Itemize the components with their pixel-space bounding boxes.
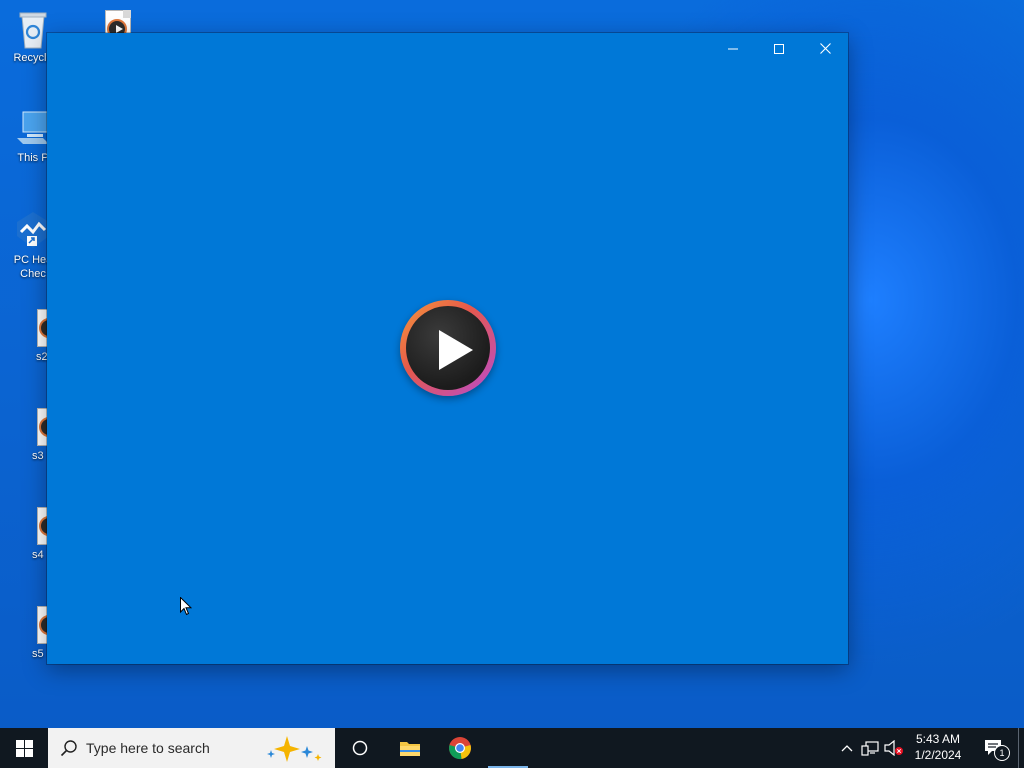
task-view-icon [352,740,368,756]
search-placeholder: Type here to search [86,740,210,756]
search-icon [60,739,78,757]
show-desktop-button[interactable] [1018,728,1024,768]
mouse-cursor-icon [180,596,193,621]
notification-icon: 1 [984,739,1010,761]
taskbar-clock[interactable]: 5:43 AM 1/2/2024 [905,728,971,768]
system-tray [836,728,906,768]
clock-date: 1/2/2024 [914,748,962,762]
maximize-button[interactable] [756,33,802,64]
taskbar: Type here to search 5:43 AM 1/2/2024 1 [0,728,1024,768]
chrome-icon [449,737,471,760]
copilot-sparkle-icon [263,734,325,762]
media-player-play-icon [400,300,496,396]
taskbar-search-box[interactable]: Type here to search [48,728,335,768]
start-button[interactable] [0,728,48,768]
media-player-window[interactable] [47,33,848,664]
notification-center-button[interactable]: 1 [974,728,1014,768]
minimize-button[interactable] [710,33,756,64]
task-view-button[interactable] [336,728,384,768]
windows-logo-icon [15,739,33,757]
chrome-button[interactable] [436,728,484,768]
close-button[interactable] [802,33,848,64]
file-explorer-button[interactable] [386,728,434,768]
notification-count-badge: 1 [994,745,1010,761]
network-icon[interactable] [858,740,882,756]
chevron-up-icon[interactable] [836,744,858,752]
file-explorer-icon [400,742,420,756]
volume-muted-icon[interactable] [882,740,906,756]
clock-time: 5:43 AM [915,732,961,746]
